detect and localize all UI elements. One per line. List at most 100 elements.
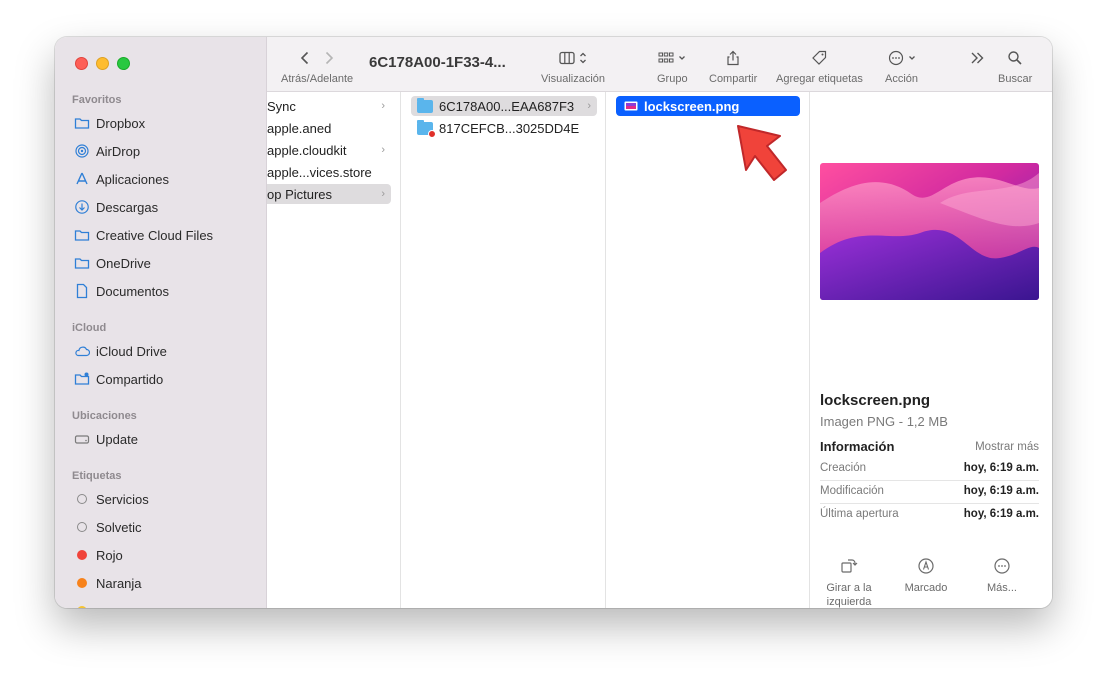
annotation-arrow-icon — [737, 125, 787, 181]
sidebar-item-airdrop[interactable]: AirDrop — [74, 139, 140, 163]
search-button[interactable]: Buscar — [998, 49, 1032, 85]
list-item[interactable]: 817CEFCB...3025DD4E — [411, 118, 597, 138]
sidebar-item-label: Servicios — [96, 491, 149, 507]
list-item-selected[interactable]: op Pictures › — [267, 184, 391, 204]
chevron-down-icon — [908, 56, 915, 60]
chevron-right-icon: › — [587, 100, 591, 112]
add-tags-label: Agregar etiquetas — [776, 73, 863, 85]
list-item-label: lockscreen.png — [644, 98, 740, 114]
markup-button[interactable]: Marcado — [886, 557, 966, 595]
list-item[interactable]: Sync › — [267, 96, 391, 116]
restricted-folder-icon — [417, 119, 436, 138]
more-actions-button[interactable]: Más... — [962, 557, 1042, 595]
image-preview[interactable] — [820, 163, 1039, 300]
more-toolbar-button[interactable] — [969, 49, 985, 67]
folder-icon — [417, 97, 433, 113]
sidebar-item-label: Solvetic — [96, 519, 142, 535]
sidebar-item-partial[interactable] — [74, 599, 90, 608]
chevron-up-down-icon — [580, 52, 586, 64]
sidebar-item-creative-cloud-files[interactable]: Creative Cloud Files — [74, 223, 213, 247]
list-item-label: 6C178A00...EAA687F3 — [439, 98, 575, 114]
tag-red-icon — [74, 547, 90, 563]
sidebar-heading-favoritos: Favoritos — [72, 94, 122, 106]
tag-orange-icon — [74, 575, 90, 591]
preview-pane: lockscreen.png Imagen PNG - 1,2 MB Infor… — [810, 92, 1052, 608]
sidebar-item-aplicaciones[interactable]: Aplicaciones — [74, 167, 169, 191]
rotate-left-button[interactable]: Girar a la izquierda — [809, 557, 889, 608]
sidebar-item-update[interactable]: Update — [74, 427, 138, 451]
sidebar-item-label: Rojo — [96, 547, 123, 563]
view-button[interactable]: Visualización — [541, 49, 605, 85]
finder-window: Favoritos Dropbox AirDrop Aplicaciones D… — [55, 37, 1052, 608]
action-button[interactable]: Acción — [885, 49, 918, 85]
close-button[interactable] — [75, 57, 88, 70]
sidebar-item-descargas[interactable]: Descargas — [74, 195, 158, 219]
list-item[interactable]: apple...vices.store — [267, 162, 391, 182]
tag-hollow-icon — [74, 519, 90, 535]
folder-icon — [74, 227, 90, 243]
column-3[interactable]: lockscreen.png — [606, 92, 810, 608]
tag-icon — [812, 50, 827, 65]
sidebar-item-label: Aplicaciones — [96, 171, 169, 187]
minimize-button[interactable] — [96, 57, 109, 70]
tag-hollow-icon — [74, 491, 90, 507]
chevron-down-icon — [679, 56, 686, 60]
sidebar-item-label: Dropbox — [96, 115, 146, 131]
columns-view-icon — [559, 51, 575, 65]
list-item[interactable]: apple.cloudkit › — [267, 140, 391, 160]
sidebar-item-rojo[interactable]: Rojo — [74, 543, 123, 567]
sidebar-item-compartido[interactable]: Compartido — [74, 367, 163, 391]
sidebar-heading-icloud: iCloud — [72, 322, 107, 334]
sidebar-item-icloud-drive[interactable]: iCloud Drive — [74, 339, 167, 363]
add-tags-button[interactable]: Agregar etiquetas — [776, 49, 863, 85]
list-item-label: apple...vices.store — [267, 164, 372, 180]
info-key: Última apertura — [820, 508, 899, 520]
search-icon — [1008, 51, 1022, 65]
sidebar-item-label: Descargas — [96, 199, 159, 215]
info-value: hoy, 6:19 a.m. — [963, 508, 1039, 520]
sidebar-item-label: Creative Cloud Files — [96, 227, 214, 243]
sidebar-item-solvetic[interactable]: Solvetic — [74, 515, 142, 539]
markup-pen-icon — [918, 558, 934, 574]
list-item-selected[interactable]: 6C178A00...EAA687F3 › — [411, 96, 597, 116]
preview-file-name: lockscreen.png — [820, 392, 931, 409]
sidebar-heading-ubicaciones: Ubicaciones — [72, 410, 137, 422]
double-chevron-right-icon — [971, 52, 984, 64]
image-file-icon — [624, 101, 638, 111]
group-grid-icon — [658, 52, 674, 63]
chevron-right-icon: › — [381, 188, 385, 200]
sidebar-item-documentos[interactable]: Documentos — [74, 279, 169, 303]
list-item-label: apple.aned — [267, 120, 332, 136]
list-item-selected-file[interactable]: lockscreen.png — [616, 96, 800, 116]
window-controls — [75, 57, 130, 70]
share-label: Compartir — [709, 73, 758, 85]
rotate-left-icon — [841, 559, 858, 573]
wallpaper-thumbnail-icon — [820, 163, 1039, 300]
chevron-left-icon[interactable] — [300, 51, 310, 65]
sidebar-item-servicios[interactable]: Servicios — [74, 487, 149, 511]
action-label: Más... — [987, 582, 1017, 594]
chevron-right-icon[interactable] — [324, 51, 334, 65]
zoom-button[interactable] — [117, 57, 130, 70]
sidebar-item-label: Documentos — [96, 283, 169, 299]
sidebar-heading-etiquetas: Etiquetas — [72, 470, 122, 482]
sidebar-item-dropbox[interactable]: Dropbox — [74, 111, 145, 135]
sidebar-item-label: Naranja — [96, 575, 142, 591]
info-value: hoy, 6:19 a.m. — [963, 485, 1039, 497]
sidebar-item-label: iCloud Drive — [96, 343, 167, 359]
list-item[interactable]: apple.aned — [267, 118, 391, 138]
back-forward-control[interactable]: Atrás/Adelante — [281, 49, 353, 85]
sidebar-item-onedrive[interactable]: OneDrive — [74, 251, 151, 275]
action-label: Girar a la izquierda — [826, 582, 872, 608]
sidebar-item-naranja[interactable]: Naranja — [74, 571, 142, 595]
disk-icon — [74, 431, 90, 447]
show-more-link[interactable]: Mostrar más — [975, 441, 1039, 453]
action-label: Marcado — [904, 582, 948, 594]
document-icon — [74, 283, 90, 299]
share-button[interactable]: Compartir — [709, 49, 757, 85]
column-1[interactable]: Sync › apple.aned apple.cloudkit › apple… — [267, 92, 401, 608]
column-2[interactable]: 6C178A00...EAA687F3 › 817CEFCB...3025DD4… — [401, 92, 606, 608]
info-row-modified: Modificación hoy, 6:19 a.m. — [820, 481, 1039, 504]
group-button[interactable]: Grupo — [657, 49, 688, 85]
chevron-right-icon: › — [381, 100, 385, 112]
